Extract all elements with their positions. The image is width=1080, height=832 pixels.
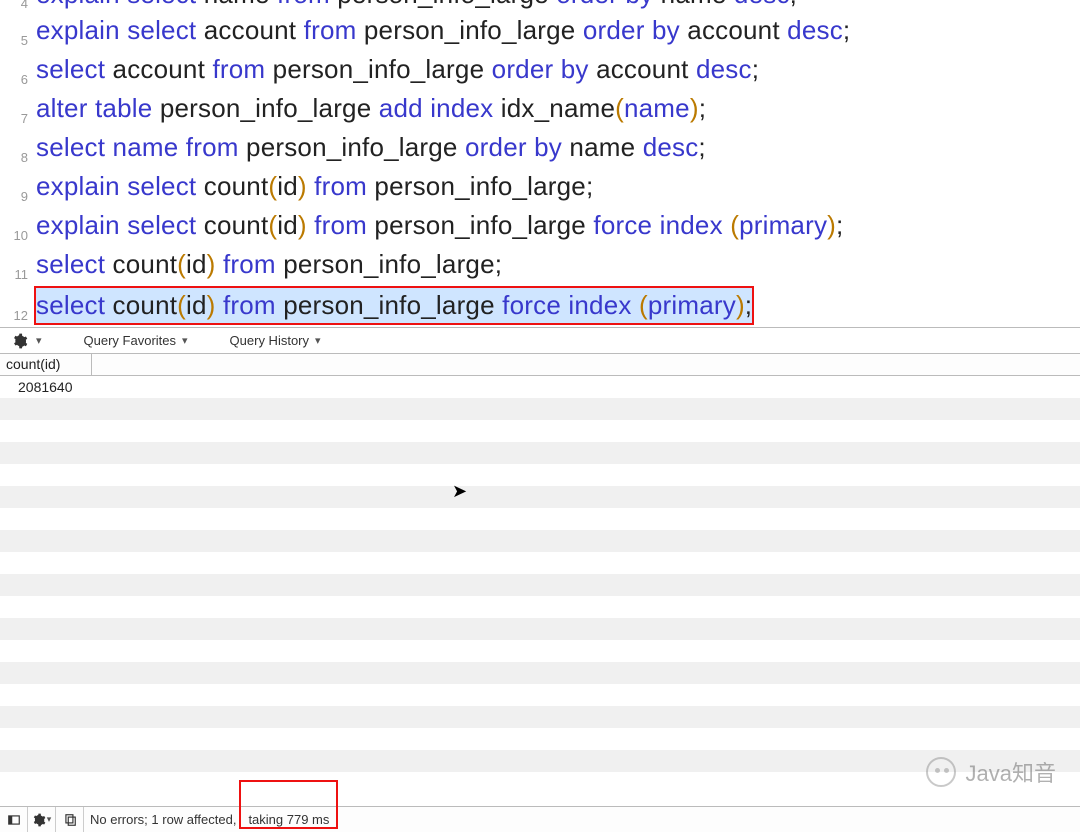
line-number: 6	[0, 62, 34, 97]
line-number: 8	[0, 140, 34, 175]
line-number: 7	[0, 101, 34, 136]
query-history-label: Query History	[230, 333, 309, 348]
toggle-panel-button[interactable]	[0, 807, 28, 832]
column-header[interactable]: count(id)	[0, 354, 92, 375]
editor-line[interactable]: 7alter table person_info_large add index…	[0, 91, 1080, 130]
table-row	[0, 728, 1080, 750]
editor-line[interactable]: 9explain select count(id) from person_in…	[0, 169, 1080, 208]
editor-line[interactable]: 10explain select count(id) from person_i…	[0, 208, 1080, 247]
table-row[interactable]: 2081640	[0, 376, 1080, 398]
table-row	[0, 398, 1080, 420]
code-text[interactable]: select account from person_info_large or…	[34, 52, 759, 87]
results-rows: 2081640	[0, 376, 1080, 794]
line-number: 4	[0, 0, 34, 13]
chevron-down-icon: ▾	[182, 334, 188, 347]
table-row	[0, 772, 1080, 794]
table-row	[0, 750, 1080, 772]
cell-value: 2081640	[18, 379, 73, 395]
table-row	[0, 508, 1080, 530]
status-message: No errors; 1 row affected,	[84, 812, 242, 827]
table-row	[0, 706, 1080, 728]
table-row	[0, 486, 1080, 508]
code-text[interactable]: explain select name from person_info_lar…	[34, 0, 797, 12]
query-favorites-dropdown[interactable]: Query Favorites ▾	[78, 333, 224, 348]
line-number: 11	[0, 257, 34, 292]
editor-line[interactable]: 11select count(id) from person_info_larg…	[0, 247, 1080, 286]
results-options-button[interactable]: ▾	[0, 333, 78, 349]
table-row	[0, 552, 1080, 574]
editor-line[interactable]: 5explain select account from person_info…	[0, 13, 1080, 52]
results-header: count(id)	[0, 354, 1080, 376]
code-text[interactable]: select name from person_info_large order…	[34, 130, 706, 165]
table-row	[0, 442, 1080, 464]
settings-button[interactable]: ▾	[28, 807, 56, 832]
editor-line[interactable]: 12select count(id) from person_info_larg…	[0, 286, 1080, 327]
line-number: 9	[0, 179, 34, 214]
gear-icon	[12, 333, 28, 349]
query-favorites-label: Query Favorites	[84, 333, 176, 348]
code-text[interactable]: explain select count(id) from person_inf…	[34, 169, 593, 204]
results-grid[interactable]: count(id) 2081640 ➤	[0, 354, 1080, 806]
copy-button[interactable]	[56, 807, 84, 832]
table-row	[0, 618, 1080, 640]
code-text[interactable]: explain select count(id) from person_inf…	[34, 208, 843, 243]
line-number: 12	[0, 298, 34, 333]
table-row	[0, 574, 1080, 596]
table-row	[0, 596, 1080, 618]
code-text[interactable]: alter table person_info_large add index …	[34, 91, 706, 126]
editor-line[interactable]: 8select name from person_info_large orde…	[0, 130, 1080, 169]
chevron-down-icon: ▾	[315, 334, 321, 347]
sql-editor[interactable]: 4explain select name from person_info_la…	[0, 0, 1080, 328]
status-bar: ▾ No errors; 1 row affected, taking 779 …	[0, 806, 1080, 832]
table-row	[0, 530, 1080, 552]
table-row	[0, 640, 1080, 662]
line-number: 10	[0, 218, 34, 253]
table-row	[0, 464, 1080, 486]
table-row	[0, 662, 1080, 684]
table-row	[0, 420, 1080, 442]
query-history-dropdown[interactable]: Query History ▾	[224, 333, 357, 348]
chevron-down-icon: ▾	[36, 334, 42, 347]
code-text[interactable]: select count(id) from person_info_large …	[34, 286, 754, 325]
results-toolbar: ▾ Query Favorites ▾ Query History ▾	[0, 328, 1080, 354]
editor-line[interactable]: 4explain select name from person_info_la…	[0, 0, 1080, 13]
status-timing: taking 779 ms	[242, 812, 335, 827]
code-text[interactable]: select count(id) from person_info_large;	[34, 247, 502, 282]
table-row	[0, 684, 1080, 706]
line-number: 5	[0, 23, 34, 58]
code-text[interactable]: explain select account from person_info_…	[34, 13, 850, 48]
editor-line[interactable]: 6select account from person_info_large o…	[0, 52, 1080, 91]
